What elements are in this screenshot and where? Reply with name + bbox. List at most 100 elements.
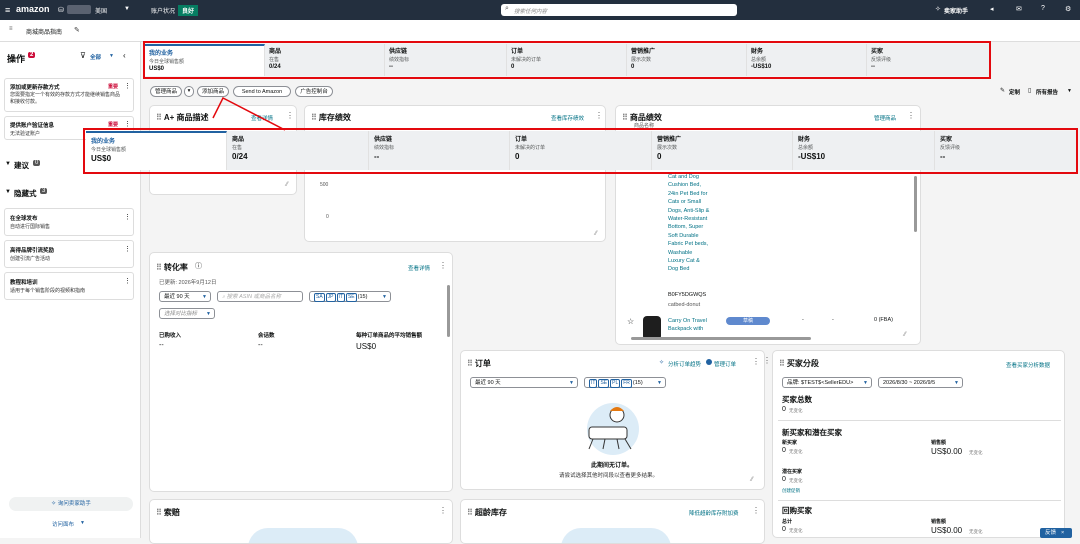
inventory-link[interactable]: 查看库存绩效	[551, 114, 584, 122]
expand-icon[interactable]: ▼	[5, 189, 11, 195]
date-range-select[interactable]: 最近 90 天 ▼	[470, 377, 578, 388]
info-icon[interactable]: ⓘ	[195, 261, 202, 271]
chevron-down-icon: ▼	[206, 311, 211, 317]
change-text: 无变化	[789, 449, 803, 454]
potential-buyers-value: 0	[782, 476, 786, 483]
amazon-logo[interactable]: amazon	[16, 4, 50, 14]
more-icon[interactable]: ⋮	[595, 111, 603, 120]
revenue-value: --	[159, 342, 164, 349]
chevron-down-icon[interactable]: ▼	[1067, 88, 1072, 94]
more-icon[interactable]: ⋮	[439, 506, 447, 515]
more-icon[interactable]: ⋮	[124, 245, 131, 253]
suggestions-title[interactable]: 建议	[14, 160, 29, 171]
gear-icon[interactable]: ⚙	[1065, 5, 1071, 13]
toggle-icon[interactable]	[706, 359, 712, 365]
manage-orders-link[interactable]: 管理订单	[714, 360, 736, 368]
compare-metric-select[interactable]: 选择对比指标 ▼	[159, 308, 215, 319]
help-icon[interactable]: ?	[1041, 5, 1045, 12]
drag-handle-icon[interactable]: ⠿	[622, 113, 628, 122]
menu-icon[interactable]: ≡	[5, 5, 10, 15]
aged-link[interactable]: 降低超龄库存附加费	[689, 509, 739, 517]
seller-assistant-button[interactable]: 卖家助手	[944, 6, 968, 15]
hidden-card[interactable]: 教程和培训 ⋮ 适用于每个销售阶段的视频和指南	[4, 272, 134, 300]
resize-icon[interactable]: ⁄⁄	[751, 477, 753, 483]
product-name-link[interactable]: Cat and Dog Cushion Bed, 24in Pet Bed fo…	[668, 173, 710, 274]
more-icon[interactable]: ⋮	[124, 82, 131, 90]
drag-handle-icon[interactable]: ⠿	[156, 508, 162, 517]
drag-handle-icon[interactable]: ⠿	[156, 263, 162, 272]
chevron-down-icon[interactable]: ▼	[124, 6, 130, 12]
drag-handle-icon[interactable]: ⠿	[311, 113, 317, 122]
filter-dropdown[interactable]: 全部	[90, 53, 101, 61]
star-icon[interactable]: ☆	[627, 317, 634, 326]
marketplace-select[interactable]: SA JP IT SE (15) ▼	[309, 291, 391, 302]
close-icon[interactable]: ×	[1061, 530, 1064, 536]
empty-orders-illustration	[587, 403, 639, 455]
change-text: 无变化	[789, 408, 803, 413]
analyze-trends-link[interactable]: 分析订单趋势	[668, 360, 701, 368]
feedback-button[interactable]: 反馈 ×	[1040, 528, 1072, 538]
drag-handle-icon[interactable]: ⠿	[156, 113, 162, 122]
edit-icon[interactable]: ✎	[1000, 87, 1005, 94]
hidden-card[interactable]: 高得品牌引流奖励 ⋮ 创建引流广告活动	[4, 240, 134, 268]
visit-forum-link[interactable]: 访问面布	[52, 520, 74, 528]
y-tick-500: 500	[320, 182, 329, 188]
ask-assistant-button[interactable]: ✧ 询问卖家助手	[9, 497, 133, 511]
more-icon[interactable]: ⋮	[752, 506, 760, 515]
manage-products-button[interactable]: 管理商品	[150, 86, 182, 97]
chevron-down-icon[interactable]: ▾	[184, 86, 194, 97]
hidden-card-title: 教程和培训	[10, 280, 38, 286]
create-promotion-link[interactable]: 创建促销	[782, 488, 800, 494]
more-icon[interactable]: ⋮	[439, 261, 447, 270]
more-icon[interactable]: ⋮	[124, 120, 131, 128]
megaphone-icon[interactable]: ◂	[990, 5, 994, 13]
more-icon[interactable]: ⋮	[752, 357, 760, 366]
mail-icon[interactable]: ✉	[1016, 5, 1022, 13]
drag-handle-icon[interactable]: ⠿	[779, 359, 785, 368]
horizontal-scrollbar[interactable]	[631, 337, 811, 340]
brand-select[interactable]: 品牌: $TEST$<SellerEDU> ▼	[782, 377, 872, 388]
task-card[interactable]: 添加或更新存款方式 重要 ⋮ 您需要指定一个有效的存款方式才能继续销售商品和接收…	[4, 78, 134, 112]
hidden-card[interactable]: 在全球发布 ⋮ 自动进行国际销售	[4, 208, 134, 236]
edit-icon[interactable]: ✎	[74, 26, 80, 34]
account-health-badge[interactable]: 良好	[178, 5, 199, 16]
more-icon[interactable]: ⋮	[124, 213, 131, 221]
resize-icon[interactable]: ⁄⁄	[286, 182, 288, 188]
more-icon[interactable]: ⋮	[124, 277, 131, 285]
buyer-analytics-link[interactable]: 查看买家分析数据	[1006, 361, 1050, 369]
all-reports-button[interactable]: 所有报告	[1036, 88, 1058, 96]
more-icon[interactable]: ⋮	[763, 356, 771, 365]
conversion-details-link[interactable]: 查看详情	[408, 264, 430, 272]
vertical-scrollbar[interactable]	[914, 176, 917, 232]
vertical-scrollbar[interactable]	[447, 285, 450, 337]
updated-date: 已更新: 2026年9月12日	[159, 280, 217, 286]
chevron-down-icon[interactable]: ▼	[109, 53, 114, 59]
manage-products-link[interactable]: 管理商品	[874, 114, 896, 122]
collapse-icon[interactable]: ‹	[123, 51, 126, 60]
search-input[interactable]: ⌕ 搜索任何内容	[501, 4, 737, 16]
resize-icon[interactable]: ⁄⁄	[904, 332, 906, 338]
resize-icon[interactable]: ⁄⁄	[595, 231, 597, 237]
chevron-down-icon: ▼	[657, 380, 662, 386]
sales-label: 销售额	[931, 440, 947, 446]
expand-icon[interactable]: ▼	[5, 161, 11, 167]
account-health-label[interactable]: 账户状况	[151, 6, 175, 15]
more-icon[interactable]: ⋮	[907, 111, 915, 120]
hidden-count: 3	[40, 188, 48, 194]
drag-handle-icon[interactable]: ⠿	[467, 508, 473, 517]
customize-button[interactable]: 定制	[1009, 88, 1020, 96]
chevron-down-icon[interactable]: ▼	[80, 520, 85, 526]
marketplace-chip: FR	[621, 379, 632, 388]
asin-search-input[interactable]: ⌕ 搜索 ASIN 或商品名称	[217, 291, 303, 302]
filter-icon[interactable]: ⊽	[80, 51, 86, 60]
store-selector[interactable]: 美国	[95, 6, 107, 15]
product-name-link[interactable]: Carry On Travel Backpack with	[668, 317, 714, 333]
date-range-select[interactable]: 最近 90 天 ▼	[159, 291, 211, 302]
marketplace-select[interactable]: IT SE PL FR (15) ▼	[584, 377, 666, 388]
bookmark-link[interactable]: 商城商品指南	[26, 27, 62, 36]
drag-handle-icon[interactable]: ⠿	[467, 359, 473, 368]
sparkle-icon: ✧	[659, 360, 665, 366]
hidden-title[interactable]: 隐藏式	[14, 188, 37, 199]
aged-inventory-card: ⠿ 超龄库存 降低超龄库存附加费 ⋮	[460, 499, 765, 544]
date-select[interactable]: 2026/8/30 ~ 2026/9/5 ▼	[878, 377, 963, 388]
